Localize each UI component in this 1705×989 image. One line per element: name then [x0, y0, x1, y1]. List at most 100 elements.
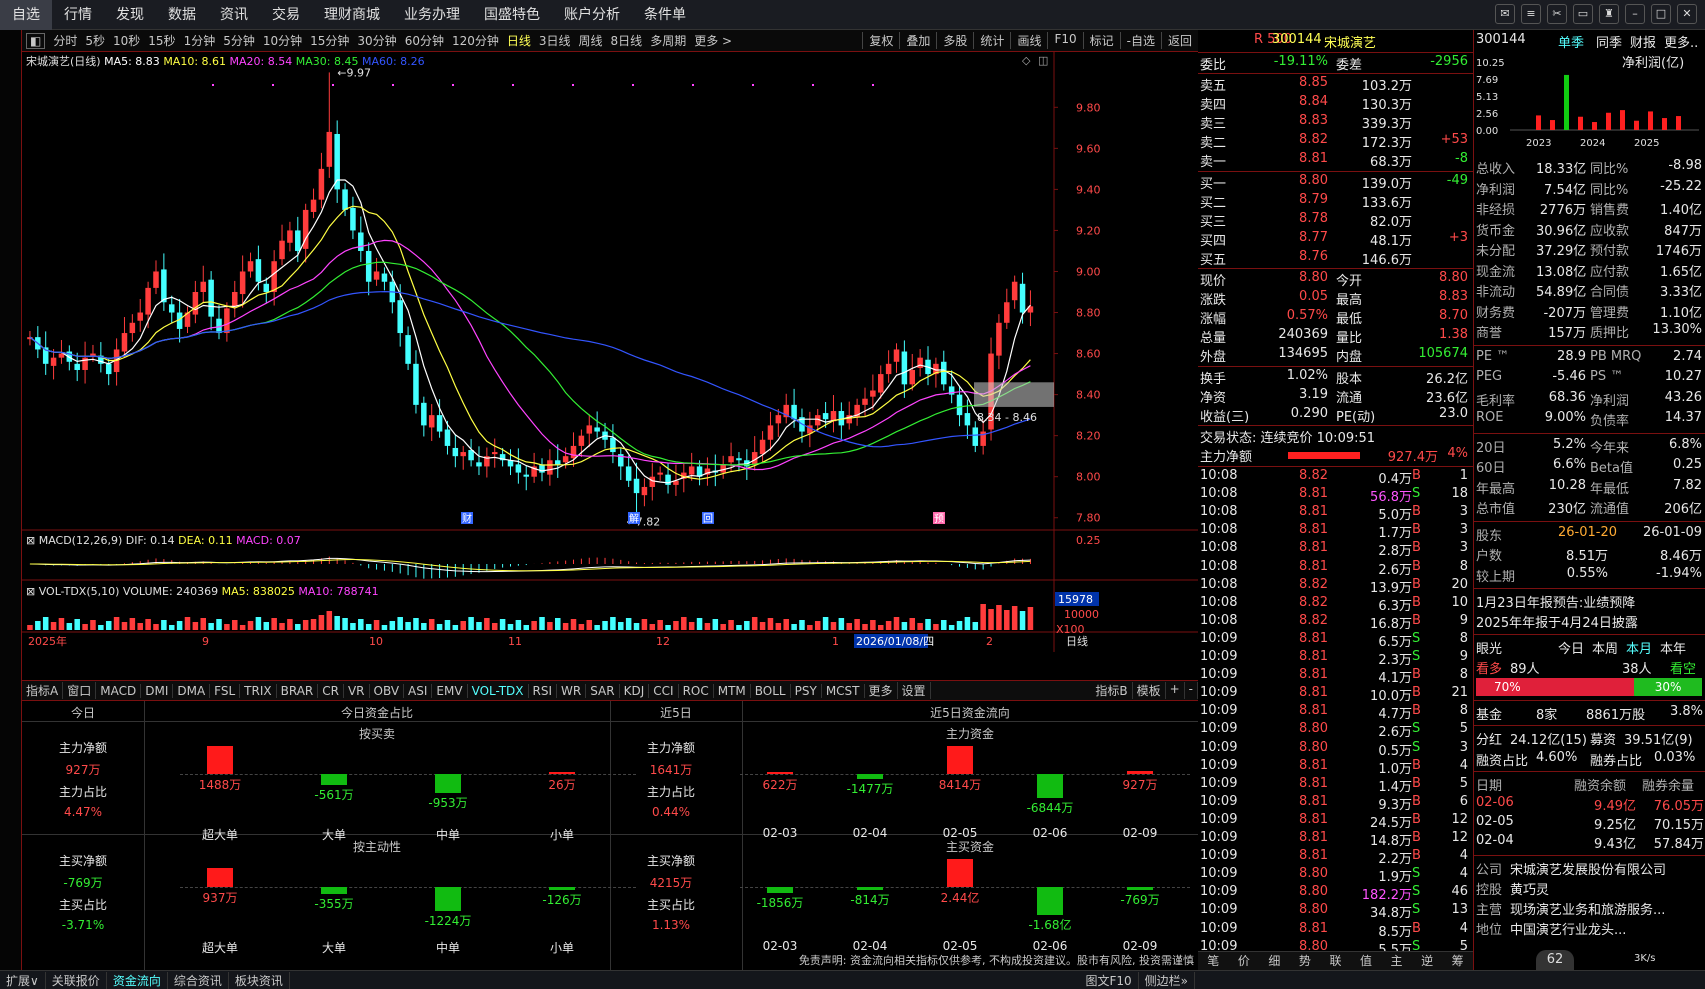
diamond-icon[interactable]: ◇ — [1022, 54, 1031, 67]
indicator-18[interactable]: CCI — [649, 683, 679, 698]
period-10[interactable]: 120分钟 — [448, 32, 503, 49]
minimize-icon[interactable]: – — [1625, 4, 1645, 24]
indicator-5[interactable]: FSL — [210, 683, 241, 698]
indicator-right-1[interactable]: 模板 — [1133, 682, 1166, 699]
indicator-25[interactable]: 设置 — [898, 682, 931, 699]
tick-tab-7[interactable]: 逆 — [1421, 952, 1433, 970]
panel-toggle-icon[interactable]: ◫ — [1038, 54, 1048, 67]
maximize-icon[interactable]: □ — [1651, 4, 1671, 24]
tick-tab-2[interactable]: 细 — [1268, 952, 1280, 970]
indicator-23[interactable]: MCST — [822, 683, 865, 698]
bottom-tab-3[interactable]: 综合资讯 — [168, 971, 229, 989]
indicator-3[interactable]: DMI — [141, 683, 174, 698]
indicator-13[interactable]: VOL-TDX — [468, 683, 529, 698]
indicator-10[interactable]: OBV — [370, 683, 405, 698]
screen-icon[interactable]: ▭ — [1573, 4, 1593, 24]
period-14[interactable]: 8日线 — [607, 32, 647, 49]
chart-tool-0[interactable]: 复权 — [862, 32, 899, 49]
menu-item-5[interactable]: 交易 — [260, 0, 312, 30]
period-11[interactable]: 日线 — [503, 32, 535, 49]
menu-item-10[interactable]: 条件单 — [632, 0, 698, 30]
main-net-row-cell: 主力净额 — [1200, 450, 1253, 465]
tick-tab-3[interactable]: 势 — [1299, 952, 1311, 970]
indicator-7[interactable]: BRAR — [277, 683, 319, 698]
vol-bar — [192, 622, 199, 630]
period-16[interactable]: 更多 > — [690, 32, 736, 49]
indicator-21[interactable]: BOLL — [751, 683, 791, 698]
indicator-17[interactable]: KDJ — [620, 683, 650, 698]
indicator-24[interactable]: 更多 — [865, 682, 898, 699]
menu-item-2[interactable]: 发现 — [104, 0, 156, 30]
perf-row-2: 年最高 10.28 年最低 7.82 — [1474, 478, 1705, 497]
chart-tool-7[interactable]: -自选 — [1119, 32, 1161, 49]
tick-tab-1[interactable]: 价 — [1238, 952, 1250, 970]
chart-tool-5[interactable]: F10 — [1047, 32, 1082, 49]
menu-item-6[interactable]: 理财商城 — [312, 0, 392, 30]
notification-badge[interactable]: 62 — [1536, 950, 1574, 970]
close-icon[interactable]: ✕ — [1677, 4, 1697, 24]
bottom-right-0[interactable]: 图文F10 — [1079, 971, 1139, 989]
indicator-right-0[interactable]: 指标B — [1091, 682, 1133, 699]
menu-item-3[interactable]: 数据 — [156, 0, 208, 30]
indicator-8[interactable]: CR — [318, 683, 344, 698]
bottom-right-1[interactable]: 侧边栏» — [1139, 971, 1195, 989]
period-7[interactable]: 15分钟 — [306, 32, 353, 49]
period-13[interactable]: 周线 — [575, 32, 607, 49]
period-15[interactable]: 多周期 — [646, 32, 690, 49]
menu-item-7[interactable]: 业务办理 — [392, 0, 472, 30]
indicator-16[interactable]: SAR — [586, 683, 620, 698]
period-9[interactable]: 60分钟 — [401, 32, 448, 49]
indicator-1[interactable]: 窗口 — [63, 682, 97, 699]
period-12[interactable]: 3日线 — [535, 32, 575, 49]
tick-tab-5[interactable]: 值 — [1360, 952, 1372, 970]
bottom-tab-0[interactable]: 扩展∨ — [0, 971, 46, 989]
chart-tool-3[interactable]: 统计 — [973, 32, 1010, 49]
bottom-tab-4[interactable]: 板块资讯 — [229, 971, 290, 989]
indicator-6[interactable]: TRIX — [240, 683, 277, 698]
period-0[interactable]: 分时 — [49, 32, 81, 49]
period-1[interactable]: 5秒 — [81, 32, 109, 49]
chart-tool-8[interactable]: 返回 — [1160, 32, 1198, 49]
indicator-right-3[interactable]: - — [1185, 682, 1198, 699]
indicator-2[interactable]: MACD — [96, 683, 142, 698]
chart-tool-2[interactable]: 多股 — [936, 32, 973, 49]
tick-tab-8[interactable]: 筹 — [1452, 952, 1464, 970]
menu-item-9[interactable]: 账户分析 — [552, 0, 632, 30]
indicator-0[interactable]: 指标A — [22, 682, 64, 699]
indicator-15[interactable]: WR — [557, 683, 587, 698]
skin-icon[interactable]: ♜ — [1599, 4, 1619, 24]
period-2[interactable]: 10秒 — [109, 32, 144, 49]
toolbar-icon[interactable]: ≡ — [1521, 4, 1541, 24]
indicator-20[interactable]: MTM — [714, 683, 751, 698]
indicator-9[interactable]: VR — [344, 683, 370, 698]
period-5[interactable]: 5分钟 — [219, 32, 259, 49]
indicator-11[interactable]: ASI — [404, 683, 433, 698]
bottom-tab-1[interactable]: 关联报价 — [46, 971, 107, 989]
chart-tool-6[interactable]: 标记 — [1082, 32, 1120, 49]
tick-tab-4[interactable]: 联 — [1329, 952, 1341, 970]
menu-item-8[interactable]: 国盛特色 — [472, 0, 552, 30]
menu-item-1[interactable]: 行情 — [52, 0, 104, 30]
tick-tab-6[interactable]: 主 — [1391, 952, 1403, 970]
kline-svg[interactable]: 9.80 9.60 9.40 9.20 9.00 8.80 8.60 8.40 8.20 8.00… — [22, 52, 1198, 700]
period-4[interactable]: 1分钟 — [180, 32, 220, 49]
kline-chart-area[interactable]: ◧ 分时 5秒 10秒 15秒 1分钟 5分钟 10分钟 15分钟 30分钟 60分钟 120分钟 日线… — [22, 30, 1198, 700]
period-6[interactable]: 10分钟 — [259, 32, 306, 49]
period-8[interactable]: 30分钟 — [353, 32, 400, 49]
bottom-tab-2[interactable]: 资金流向 — [107, 971, 168, 989]
menu-item-4[interactable]: 资讯 — [208, 0, 260, 30]
tick-tab-0[interactable]: 笔 — [1207, 952, 1219, 970]
tools-icon[interactable]: ✂ — [1547, 4, 1567, 24]
indicator-12[interactable]: EMV — [432, 683, 468, 698]
indicator-22[interactable]: PSY — [791, 683, 822, 698]
menu-item-0[interactable]: 自选 — [0, 0, 52, 30]
indicator-14[interactable]: RSI — [529, 683, 558, 698]
indicator-right-2[interactable]: + — [1166, 682, 1185, 699]
chart-tool-4[interactable]: 画线 — [1010, 32, 1047, 49]
layout-toggle-icon[interactable]: ◧ — [26, 32, 46, 49]
period-3[interactable]: 15秒 — [144, 32, 179, 49]
indicator-19[interactable]: ROC — [679, 683, 714, 698]
message-icon[interactable]: ✉ — [1495, 4, 1515, 24]
indicator-4[interactable]: DMA — [173, 683, 211, 698]
chart-tool-1[interactable]: 叠加 — [899, 32, 936, 49]
